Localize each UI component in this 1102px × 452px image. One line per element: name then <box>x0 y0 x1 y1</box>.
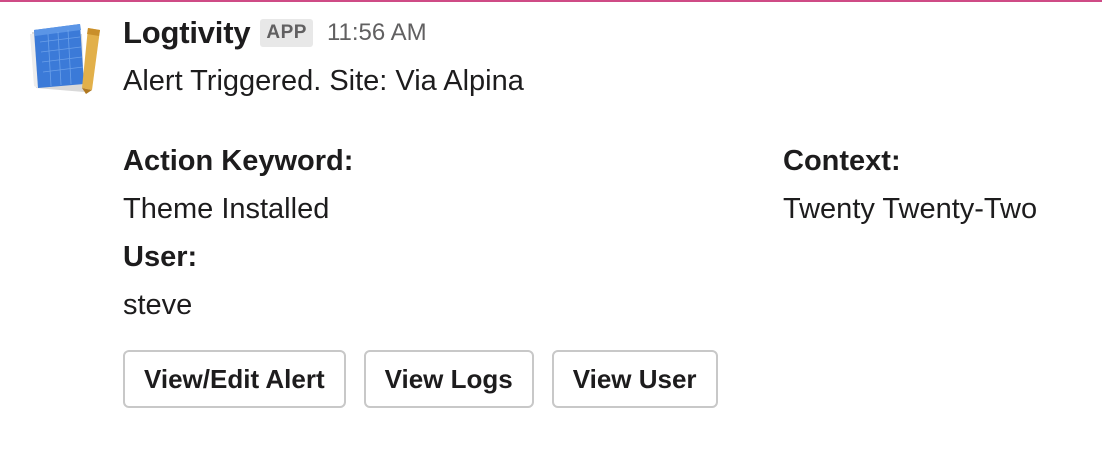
message-text: Alert Triggered. Site: Via Alpina <box>123 65 524 97</box>
field-action-keyword: Action Keyword: Theme Installed <box>123 137 353 233</box>
action-buttons: View/Edit Alert View Logs View User <box>123 350 718 408</box>
view-user-button[interactable]: View User <box>551 350 718 408</box>
field-value: Theme Installed <box>123 193 330 225</box>
field-value: Twenty Twenty-Two <box>783 193 1038 225</box>
field-label: Action Keyword: <box>123 145 354 177</box>
field-user: User: steve <box>123 233 197 329</box>
view-edit-alert-button[interactable]: View/Edit Alert <box>123 350 346 408</box>
top-divider <box>0 0 1102 2</box>
app-name[interactable]: Logtivity <box>123 15 251 51</box>
field-context: Context: Twenty Twenty-Two <box>783 137 1037 233</box>
app-avatar[interactable] <box>26 22 106 94</box>
blueprint-book-icon <box>30 24 100 94</box>
message-content: Logtivity APP 11:56 AM Alert Triggered. … <box>123 14 1083 321</box>
field-label: Context: <box>783 145 901 177</box>
view-logs-button[interactable]: View Logs <box>363 350 534 408</box>
field-label: User: <box>123 241 198 273</box>
message-timestamp[interactable]: 11:56 AM <box>327 19 427 47</box>
message-header: Logtivity APP 11:56 AM <box>123 14 1083 52</box>
alert-fields: Action Keyword: Theme Installed Context:… <box>123 137 1083 321</box>
field-value: steve <box>123 289 193 321</box>
app-badge: APP <box>260 19 313 47</box>
